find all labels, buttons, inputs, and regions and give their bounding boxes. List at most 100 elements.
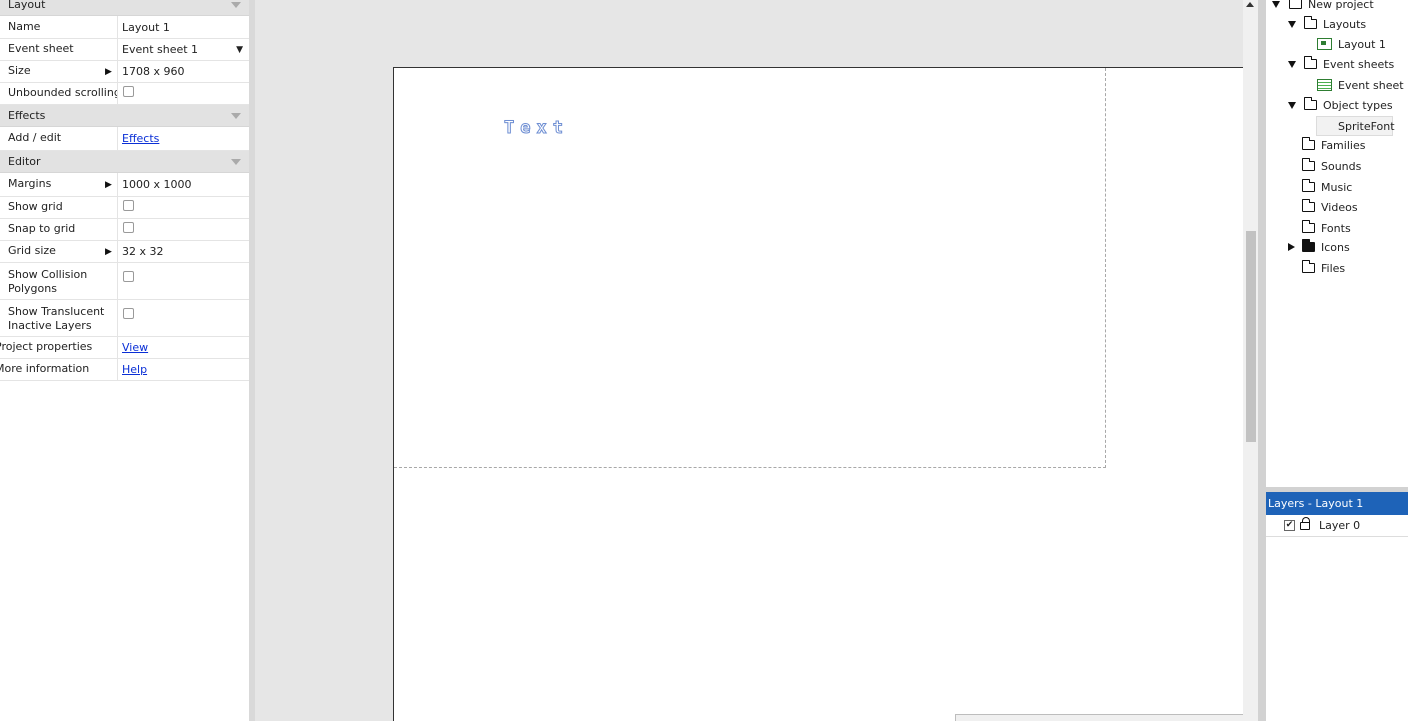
collapse-chevron-icon[interactable] <box>231 158 241 165</box>
snap-to-grid-checkbox[interactable] <box>123 222 134 233</box>
dropdown-arrow-icon[interactable]: ▼ <box>236 45 243 55</box>
layout-area[interactable]: Text <box>393 67 1243 721</box>
event-sheet-dropdown[interactable]: Event sheet 1 ▼ <box>118 39 249 60</box>
prop-label-more-info-text: More information <box>0 362 90 376</box>
prop-row-unbounded: Unbounded scrolling <box>0 83 249 105</box>
collapse-chevron-icon[interactable] <box>231 112 241 119</box>
event-sheet-dropdown-value: Event sheet 1 <box>122 43 199 56</box>
expand-triangle-icon[interactable] <box>1288 20 1296 28</box>
collapse-chevron-icon[interactable] <box>231 1 241 8</box>
folder-icon <box>1304 16 1317 29</box>
layout-icon <box>1317 38 1332 50</box>
tree-label: Event sheet 1 <box>1338 78 1408 92</box>
expand-triangle-icon[interactable]: ▶ <box>105 61 112 82</box>
tree-label: SpriteFont <box>1338 119 1395 133</box>
expand-triangle-icon[interactable] <box>1288 243 1295 251</box>
scroll-up-icon[interactable] <box>1246 2 1254 7</box>
folder-icon <box>1302 158 1315 171</box>
section-effects-label: Effects <box>8 109 46 122</box>
prop-row-name: Name Layout 1 <box>0 16 249 39</box>
popup-edge <box>955 714 1243 721</box>
folder-icon <box>1302 199 1315 212</box>
prop-row-translucent: Show Translucent Inactive Layers <box>0 300 249 337</box>
layers-title: Layers - Layout 1 <box>1266 492 1408 515</box>
expand-triangle-icon[interactable]: ▶ <box>105 173 112 196</box>
layout-canvas[interactable]: Text <box>255 0 1243 721</box>
prop-value-size[interactable]: 1708 x 960 <box>118 61 249 82</box>
folder-icon <box>1304 56 1317 69</box>
scrollbar-thumb[interactable] <box>1246 231 1256 442</box>
tree-item-object-types[interactable]: Object types <box>1288 95 1393 115</box>
layers-panel: Layers - Layout 1 ✔ Layer 0 <box>1266 492 1408 721</box>
prop-row-collision: Show Collision Polygons <box>0 263 249 300</box>
prop-label-snap: Snap to grid <box>0 219 118 240</box>
expand-triangle-icon[interactable] <box>1272 0 1280 8</box>
prop-label-add-edit: Add / edit <box>0 127 118 150</box>
prop-label-translucent: Show Translucent Inactive Layers <box>0 300 118 336</box>
tree-label: Fonts <box>1321 221 1351 235</box>
show-grid-checkbox[interactable] <box>123 200 134 211</box>
layer-row[interactable]: ✔ Layer 0 <box>1266 515 1408 537</box>
tree-item-icons[interactable]: Icons <box>1288 237 1350 257</box>
prop-label-show-grid: Show grid <box>0 197 118 218</box>
event-sheet-icon <box>1317 79 1332 91</box>
right-splitter[interactable] <box>1258 0 1266 721</box>
tree-label: Music <box>1321 180 1353 194</box>
tree-label: Videos <box>1321 200 1358 214</box>
section-editor[interactable]: Editor <box>0 151 249 173</box>
folder-filled-icon <box>1302 239 1315 252</box>
tree-label: Icons <box>1321 240 1350 254</box>
prop-row-show-grid: Show grid <box>0 197 249 219</box>
prop-row-grid-size: Grid size ▶ 32 x 32 <box>0 241 249 263</box>
help-link[interactable]: Help <box>122 363 147 376</box>
viewport-bounds <box>394 68 1106 468</box>
prop-row-snap: Snap to grid <box>0 219 249 241</box>
expand-triangle-icon[interactable] <box>1288 101 1296 109</box>
folder-icon <box>1302 137 1315 150</box>
tree-item-event-sheets[interactable]: Event sheets <box>1288 54 1394 74</box>
vertical-scrollbar[interactable] <box>1243 0 1258 721</box>
prop-value-margins[interactable]: 1000 x 1000 <box>118 173 249 196</box>
tree-label: Families <box>1321 138 1366 152</box>
folder-icon <box>1302 260 1315 273</box>
prop-value-grid-size[interactable]: 32 x 32 <box>118 241 249 262</box>
prop-label-project-props-text: Project properties <box>0 340 93 354</box>
prop-row-size: Size ▶ 1708 x 960 <box>0 61 249 83</box>
prop-label-grid-size: Grid size <box>0 241 118 262</box>
properties-panel: Layout Name Layout 1 Event sheet Event s… <box>0 0 249 721</box>
layer-visible-checkbox[interactable]: ✔ <box>1284 520 1295 531</box>
prop-value-name[interactable]: Layout 1 <box>118 16 249 38</box>
prop-row-add-edit: Add / edit Effects <box>0 127 249 151</box>
tree-item-videos[interactable]: Videos <box>1302 197 1358 217</box>
tree-item-families[interactable]: Families <box>1302 135 1365 155</box>
section-layout-label: Layout <box>8 0 46 11</box>
tree-item-layouts[interactable]: Layouts <box>1288 14 1366 34</box>
tree-item-music[interactable]: Music <box>1302 177 1352 197</box>
tree-label: Layout 1 <box>1338 37 1386 51</box>
view-link[interactable]: View <box>122 341 148 354</box>
prop-label-unbounded: Unbounded scrolling <box>0 83 118 104</box>
prop-label-size: Size <box>0 61 118 82</box>
unbounded-scrolling-checkbox[interactable] <box>123 86 134 97</box>
tree-label: Files <box>1321 261 1346 275</box>
section-effects[interactable]: Effects <box>0 105 249 127</box>
tree-item-spritefont[interactable]: SpriteFont <box>1338 116 1395 136</box>
tree-item-event-sheet-1[interactable]: Event sheet 1 <box>1317 75 1408 95</box>
expand-triangle-icon[interactable] <box>1288 60 1296 68</box>
tree-item-root[interactable]: New project <box>1272 0 1374 14</box>
tree-label: Layouts <box>1323 17 1367 31</box>
prop-row-margins: Margins ▶ 1000 x 1000 <box>0 173 249 197</box>
prop-label-project-props: Project properties <box>0 337 118 358</box>
section-layout[interactable]: Layout <box>0 0 249 16</box>
tree-item-sounds[interactable]: Sounds <box>1302 156 1361 176</box>
spritefont-object[interactable]: Text <box>504 118 569 139</box>
tree-item-files[interactable]: Files <box>1302 258 1345 278</box>
tree-item-fonts[interactable]: Fonts <box>1302 218 1351 238</box>
effects-link[interactable]: Effects <box>122 132 159 145</box>
lock-icon[interactable] <box>1300 517 1310 530</box>
prop-label-event-sheet: Event sheet <box>0 39 118 60</box>
tree-item-layout-1[interactable]: Layout 1 <box>1317 34 1386 54</box>
show-collision-checkbox[interactable] <box>123 271 134 282</box>
expand-triangle-icon[interactable]: ▶ <box>105 241 112 262</box>
show-translucent-checkbox[interactable] <box>123 308 134 319</box>
